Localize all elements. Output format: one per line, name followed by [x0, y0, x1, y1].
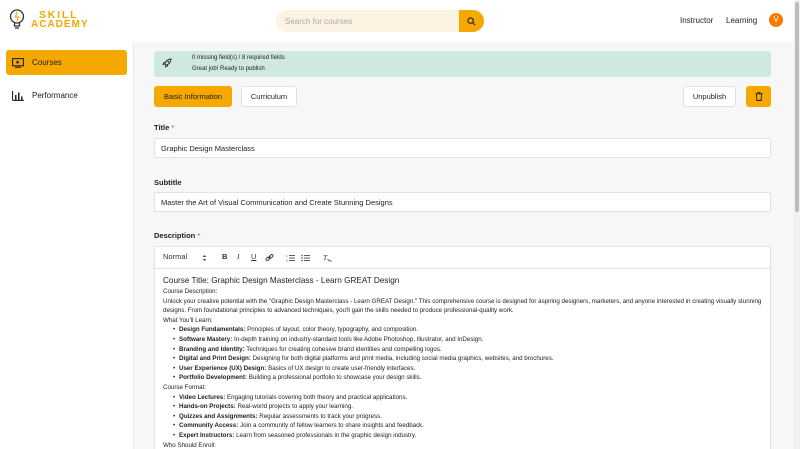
tab-curriculum[interactable]: Curriculum [241, 86, 297, 107]
list-item-title: Expert Instructors: [179, 431, 235, 439]
list-item-text: Basics of UX design to create user-frien… [266, 364, 416, 372]
banner-missing-fields: 0 missing field(s) / 8 required fields [192, 55, 285, 61]
editor-toolbar: Normal B I U 1 2 T [155, 247, 770, 269]
list-item-title: Digital and Print Design: [179, 355, 251, 363]
list-item-title: Design Fundamentals: [179, 326, 246, 334]
subtitle-field[interactable]: Master the Art of Visual Communication a… [154, 192, 771, 212]
banner-message: Great job! Ready to publish [192, 66, 265, 72]
subtitle-label: Subtitle [154, 178, 182, 187]
clear-format-icon[interactable]: T [323, 253, 332, 262]
list-item-text: Techniques for creating cohesive brand i… [244, 345, 442, 353]
list-item-title: Branding and Identity: [179, 345, 245, 353]
underline-icon[interactable]: U [251, 252, 256, 261]
list-item-text: Designing for both digital platforms and… [250, 355, 554, 363]
avatar[interactable]: V [769, 13, 783, 27]
list-item-text: Regular assessments to track your progre… [257, 412, 383, 420]
logo[interactable]: SKILL ACADEMY [8, 8, 89, 32]
top-header: SKILL ACADEMY Instructor Learning V [0, 0, 800, 42]
ordered-list-icon[interactable]: 1 2 [286, 254, 295, 262]
list-item: Branding and Identity: Techniques for cr… [163, 345, 763, 355]
link-icon[interactable] [265, 254, 274, 262]
required-marker: * [197, 231, 201, 240]
svg-text:1: 1 [286, 254, 288, 258]
list-item: Community Access: Join a community of fe… [163, 421, 763, 431]
list-item: Software Mastery: In-depth training on i… [163, 335, 763, 345]
list-item: User Experience (UX) Design: Basics of U… [163, 364, 763, 374]
list-item-title: Community Access: [179, 422, 239, 430]
main-content: 0 missing field(s) / 8 required fields G… [134, 42, 794, 449]
select-arrows-icon [202, 255, 207, 261]
list-item: Video Lectures: Engaging tutorials cover… [163, 393, 763, 403]
lightbulb-logo-icon [9, 9, 25, 29]
search-input[interactable] [276, 10, 460, 32]
learn-label: What You'll Learn: [163, 316, 213, 324]
title-label: Title * [154, 123, 174, 132]
svg-text:T: T [323, 253, 328, 262]
trash-icon [755, 92, 762, 101]
list-item: Digital and Print Design: Designing for … [163, 354, 763, 364]
rocket-icon [162, 58, 172, 68]
list-item: Expert Instructors: Learn from seasoned … [163, 431, 763, 441]
enroll-label: Who Should Enroll: [163, 441, 216, 449]
list-item-text: Engaging tutorials covering both theory … [225, 393, 408, 401]
description-label: Description * [154, 231, 200, 240]
course-heading: Course Title: Graphic Design Masterclass… [163, 276, 400, 285]
sidebar-item-label: Courses [32, 58, 62, 67]
bold-icon[interactable]: B [222, 252, 227, 261]
delete-button[interactable] [746, 86, 771, 107]
description-label-text: Description [154, 231, 196, 240]
italic-icon[interactable]: I [237, 252, 240, 261]
description-editor: Normal B I U 1 2 T Course Title: Graphic… [154, 246, 771, 449]
format-label: Course Format: [163, 383, 206, 391]
bullet-list-icon[interactable] [301, 254, 310, 262]
list-item-title: Quizzes and Assignments: [179, 412, 258, 420]
list-item-title: Video Lectures: [179, 393, 226, 401]
sidebar: Courses Performance [0, 42, 134, 449]
sidebar-item-performance[interactable]: Performance [6, 83, 127, 108]
sidebar-item-label: Performance [32, 91, 78, 100]
title-field[interactable]: Graphic Design Masterclass [154, 138, 771, 158]
course-intro: Unlock your creative potential with the … [163, 297, 762, 315]
list-item-text: Learn from seasoned professionals in the… [234, 431, 417, 439]
list-item-text: Principles of layout, color theory, typo… [245, 326, 419, 334]
sidebar-item-courses[interactable]: Courses [6, 50, 127, 75]
list-item-title: Hands-on Projects: [179, 403, 236, 411]
title-label-text: Title [154, 123, 170, 132]
logo-text: SKILL ACADEMY [31, 10, 89, 30]
nav-learning-link[interactable]: Learning [726, 16, 757, 25]
page-scrollbar[interactable] [794, 0, 800, 449]
list-item: Portfolio Development: Building a profes… [163, 373, 763, 383]
scrollbar-thumb[interactable] [795, 2, 799, 212]
unpublish-button[interactable]: Unpublish [683, 86, 736, 107]
search-button[interactable] [459, 10, 484, 32]
list-item-title: Portfolio Development: [179, 374, 248, 382]
list-item: Hands-on Projects: Real-world projects t… [163, 402, 763, 412]
list-item: Design Fundamentals: Principles of layou… [163, 325, 763, 335]
status-banner: 0 missing field(s) / 8 required fields G… [154, 51, 771, 77]
logo-line2: ACADEMY [31, 19, 89, 30]
editor-content[interactable]: Course Title: Graphic Design Masterclass… [163, 275, 763, 449]
list-item-title: User Experience (UX) Design: [179, 364, 267, 372]
list-item: Quizzes and Assignments: Regular assessm… [163, 412, 763, 422]
nav-instructor-link[interactable]: Instructor [680, 16, 713, 25]
format-select[interactable]: Normal [163, 252, 187, 261]
search-bar [276, 10, 484, 32]
video-icon [12, 57, 24, 68]
tab-basic-information[interactable]: Basic Information [154, 86, 232, 107]
course-description-label: Course Description: [163, 288, 218, 295]
list-item-text: In-depth training on industry-standard t… [232, 335, 484, 343]
search-icon [467, 16, 476, 25]
list-item-text: Real-world projects to apply your learni… [235, 403, 354, 411]
list-item-text: Building a professional portfolio to sho… [247, 374, 422, 382]
required-marker: * [171, 123, 175, 132]
list-item-title: Software Mastery: [179, 335, 233, 343]
list-item-text: Join a community of fellow learners to s… [238, 422, 424, 430]
bar-chart-icon [12, 90, 24, 101]
svg-text:2: 2 [286, 259, 288, 263]
